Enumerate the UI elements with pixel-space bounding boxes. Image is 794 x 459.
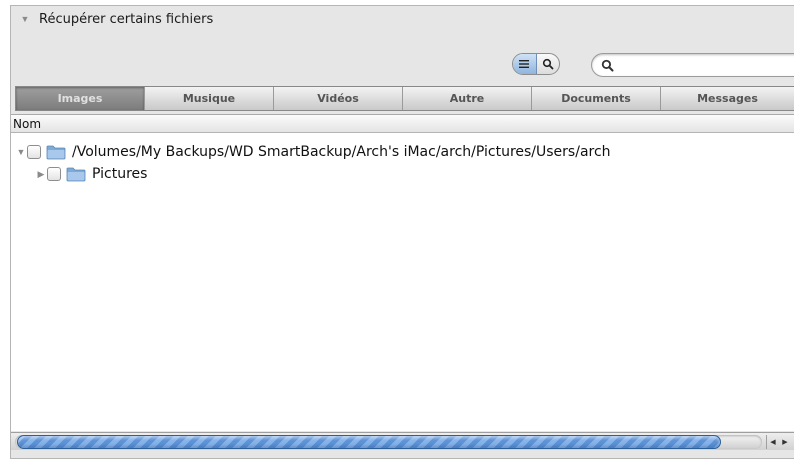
search-field[interactable] [591, 53, 794, 77]
tab-documents[interactable]: Documents [532, 87, 661, 110]
expand-triangle-icon[interactable]: ▼ [16, 147, 26, 157]
tab-messages[interactable]: Messages [661, 87, 794, 110]
disclosure-triangle-icon[interactable]: ▼ [19, 13, 31, 25]
tab-images[interactable]: Images [16, 87, 145, 110]
panel-title: Récupérer certains fichiers [39, 11, 214, 27]
column-header-name[interactable]: Nom [11, 115, 794, 133]
search-view-button[interactable] [537, 54, 560, 74]
expand-triangle-icon[interactable]: ▶ [36, 169, 46, 179]
list-item[interactable]: ▼ /Volumes/My Backups/WD SmartBackup/Arc… [16, 141, 611, 163]
list-item[interactable]: ▶ Pictures [36, 163, 148, 185]
search-icon [601, 59, 614, 72]
folder-icon [66, 167, 86, 182]
horizontal-scrollbar[interactable]: ◀ ▶ [11, 432, 794, 450]
restore-files-panel: ▼ Récupérer certains fichiers Images Mus… [10, 5, 794, 459]
row-checkbox[interactable] [27, 145, 41, 159]
list-view-button[interactable] [513, 54, 537, 74]
tab-videos[interactable]: Vidéos [274, 87, 403, 110]
panel-header[interactable]: ▼ Récupérer certains fichiers [11, 6, 794, 32]
tab-other[interactable]: Autre [403, 87, 532, 110]
search-input[interactable] [620, 58, 790, 72]
tab-music[interactable]: Musique [145, 87, 274, 110]
view-mode-segmented-control[interactable] [512, 53, 560, 75]
search-icon [542, 58, 554, 70]
toolbar [11, 50, 794, 78]
scroll-left-arrow-icon[interactable]: ◀ [767, 435, 779, 449]
file-list: Nom ▼ /Volumes/My Backups/WD SmartBackup… [11, 114, 794, 431]
list-view-icon [519, 60, 530, 68]
folder-icon [46, 145, 66, 160]
scroll-right-arrow-icon[interactable]: ▶ [779, 435, 791, 449]
scroll-arrows: ◀ ▶ [766, 435, 791, 449]
row-checkbox[interactable] [47, 167, 61, 181]
category-tabs: Images Musique Vidéos Autre Documents Me… [15, 86, 794, 111]
scrollbar-thumb[interactable] [17, 435, 721, 449]
list-item-label: Pictures [92, 166, 148, 182]
list-item-label: /Volumes/My Backups/WD SmartBackup/Arch'… [72, 144, 611, 160]
